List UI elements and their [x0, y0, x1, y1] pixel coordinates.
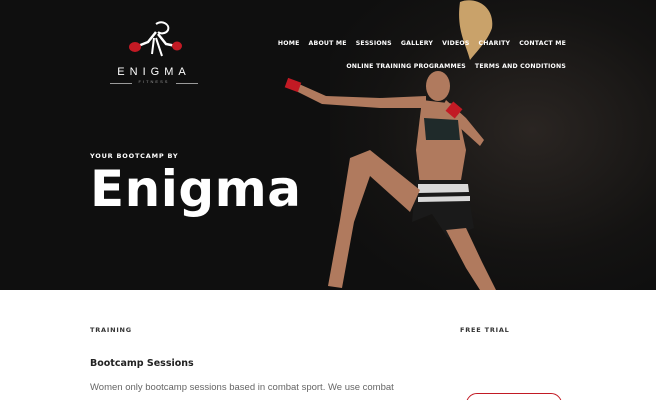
sessions-heading: Bootcamp Sessions	[90, 358, 194, 369]
nav-item-online-training[interactable]: ONLINE TRAINING PROGRAMMES	[346, 63, 466, 70]
nav-item-terms[interactable]: TERMS AND CONDITIONS	[475, 63, 566, 70]
logo-divider-right	[176, 83, 198, 84]
nav-item-about-me[interactable]: ABOUT ME	[309, 40, 347, 47]
nav-item-charity[interactable]: CHARITY	[479, 40, 511, 47]
free-trial-button[interactable]	[466, 393, 562, 400]
nav-item-gallery[interactable]: GALLERY	[401, 40, 433, 47]
enigma-logo[interactable]: ENIGMA FITNESS	[106, 20, 202, 88]
sessions-description: Women only bootcamp sessions based in co…	[90, 382, 394, 393]
training-section-label: TRAINING	[90, 326, 132, 334]
boxer-logo-icon	[129, 21, 182, 57]
hero-banner: ENIGMA FITNESS HOME ABOUT ME SESSIONS GA…	[0, 0, 656, 290]
nav-row-secondary: ONLINE TRAINING PROGRAMMES TERMS AND CON…	[278, 61, 566, 72]
hero-eyebrow: YOUR BOOTCAMP BY	[90, 152, 179, 160]
nav-item-contact-me[interactable]: CONTACT ME	[519, 40, 566, 47]
nav-item-home[interactable]: HOME	[278, 40, 300, 47]
main-navigation: HOME ABOUT ME SESSIONS GALLERY VIDEOS CH…	[278, 38, 566, 72]
nav-item-sessions[interactable]: SESSIONS	[356, 40, 392, 47]
free-trial-section-label: FREE TRIAL	[460, 326, 510, 334]
nav-item-videos[interactable]: VIDEOS	[442, 40, 469, 47]
logo-wordmark: ENIGMA	[117, 66, 191, 78]
nav-row-primary: HOME ABOUT ME SESSIONS GALLERY VIDEOS CH…	[278, 38, 566, 49]
hero-title: Enigma	[90, 160, 302, 218]
